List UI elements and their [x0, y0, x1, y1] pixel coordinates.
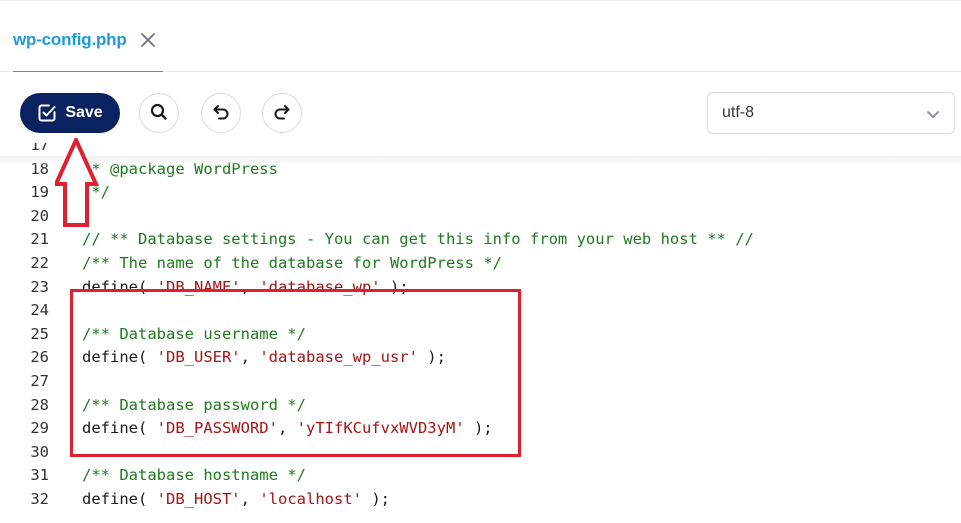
code-plain: ,	[240, 277, 260, 296]
code-string: 'database_wp'	[259, 277, 381, 296]
code-string: 'yTIfKCufvxWVD3yM'	[296, 419, 465, 438]
code-comment: /** Database hostname */	[82, 466, 306, 485]
close-icon[interactable]	[138, 30, 158, 50]
code-comment: // ** Database settings - You can get th…	[82, 230, 754, 249]
search-icon	[149, 102, 169, 125]
line-number: 31	[30, 466, 49, 485]
code-plain: define(	[82, 348, 157, 367]
line-number: 29	[30, 419, 49, 438]
code-text[interactable]: define( 'DB_PASSWORD', 'yTIfKCufvxWVD3yM…	[82, 417, 493, 441]
line-number: 21	[30, 230, 49, 249]
code-plain: define(	[82, 419, 157, 438]
code-plain: ,	[240, 490, 260, 508]
code-text[interactable]: /** The name of the database for WordPre…	[82, 252, 502, 276]
line-number: 22	[30, 254, 49, 272]
code-string: 'DB_PASSWORD'	[156, 419, 278, 438]
code-comment: */	[82, 183, 110, 202]
code-plain: define(	[82, 277, 157, 296]
redo-button[interactable]	[262, 93, 302, 133]
code-string: 'DB_NAME'	[156, 277, 241, 296]
save-label: Save	[65, 104, 103, 121]
line-number: 19	[30, 183, 49, 202]
line-number: 30	[30, 442, 49, 461]
code-text[interactable]: /** Database username */	[82, 323, 306, 347]
tab-title[interactable]: wp-config.php	[13, 30, 127, 50]
undo-icon	[211, 102, 231, 125]
code-plain: );	[417, 348, 446, 367]
redo-icon	[272, 102, 292, 125]
code-text[interactable]: // ** Database settings - You can get th…	[82, 228, 754, 252]
line-number: 32	[30, 490, 49, 508]
code-comment: /** Database username */	[82, 324, 306, 343]
code-plain: ,	[240, 348, 260, 367]
tab-wp-config[interactable]: wp-config.php	[13, 1, 163, 74]
code-string: 'DB_USER'	[156, 348, 241, 367]
code-plain: );	[464, 419, 493, 438]
toolbar-shadow	[0, 156, 961, 166]
code-string: 'database_wp_usr'	[259, 348, 418, 367]
code-plain: );	[361, 490, 390, 508]
code-text[interactable]: /** Database hostname */	[82, 464, 306, 488]
line-number: 28	[30, 395, 49, 414]
save-icon	[37, 103, 57, 123]
code-text[interactable]: define( 'DB_NAME', 'database_wp' );	[82, 276, 409, 300]
tab-bar: wp-config.php	[0, 0, 961, 74]
code-editor[interactable]: 17 18 * @package WordPress 19 */20 21// ** …	[0, 143, 961, 523]
encoding-select[interactable]: utf-8	[707, 92, 955, 134]
code-plain: );	[380, 277, 409, 296]
save-button[interactable]: Save	[20, 93, 120, 133]
line-number: 27	[30, 372, 49, 390]
undo-button[interactable]	[201, 93, 241, 133]
chevron-down-icon	[924, 105, 942, 128]
line-number: 25	[30, 324, 49, 343]
line-number: 20	[30, 206, 49, 225]
code-text[interactable]: define( 'DB_HOST', 'localhost' );	[82, 488, 390, 512]
code-string: 'DB_HOST'	[156, 490, 241, 508]
code-text[interactable]: /** Database password */	[82, 394, 306, 418]
encoding-value: utf-8	[722, 104, 755, 121]
code-text[interactable]: define( 'DB_USER', 'database_wp_usr' );	[82, 346, 446, 370]
line-number: 24	[30, 301, 49, 320]
code-text[interactable]: */	[82, 181, 110, 205]
code-plain: ,	[277, 419, 297, 438]
code-plain: define(	[82, 490, 157, 508]
code-string: 'localhost'	[259, 490, 362, 508]
code-comment: /** Database password */	[82, 395, 306, 414]
code-comment: /** The name of the database for WordPre…	[82, 254, 502, 272]
line-number: 23	[30, 277, 49, 296]
line-number: 26	[30, 348, 49, 367]
search-button[interactable]	[139, 93, 179, 133]
